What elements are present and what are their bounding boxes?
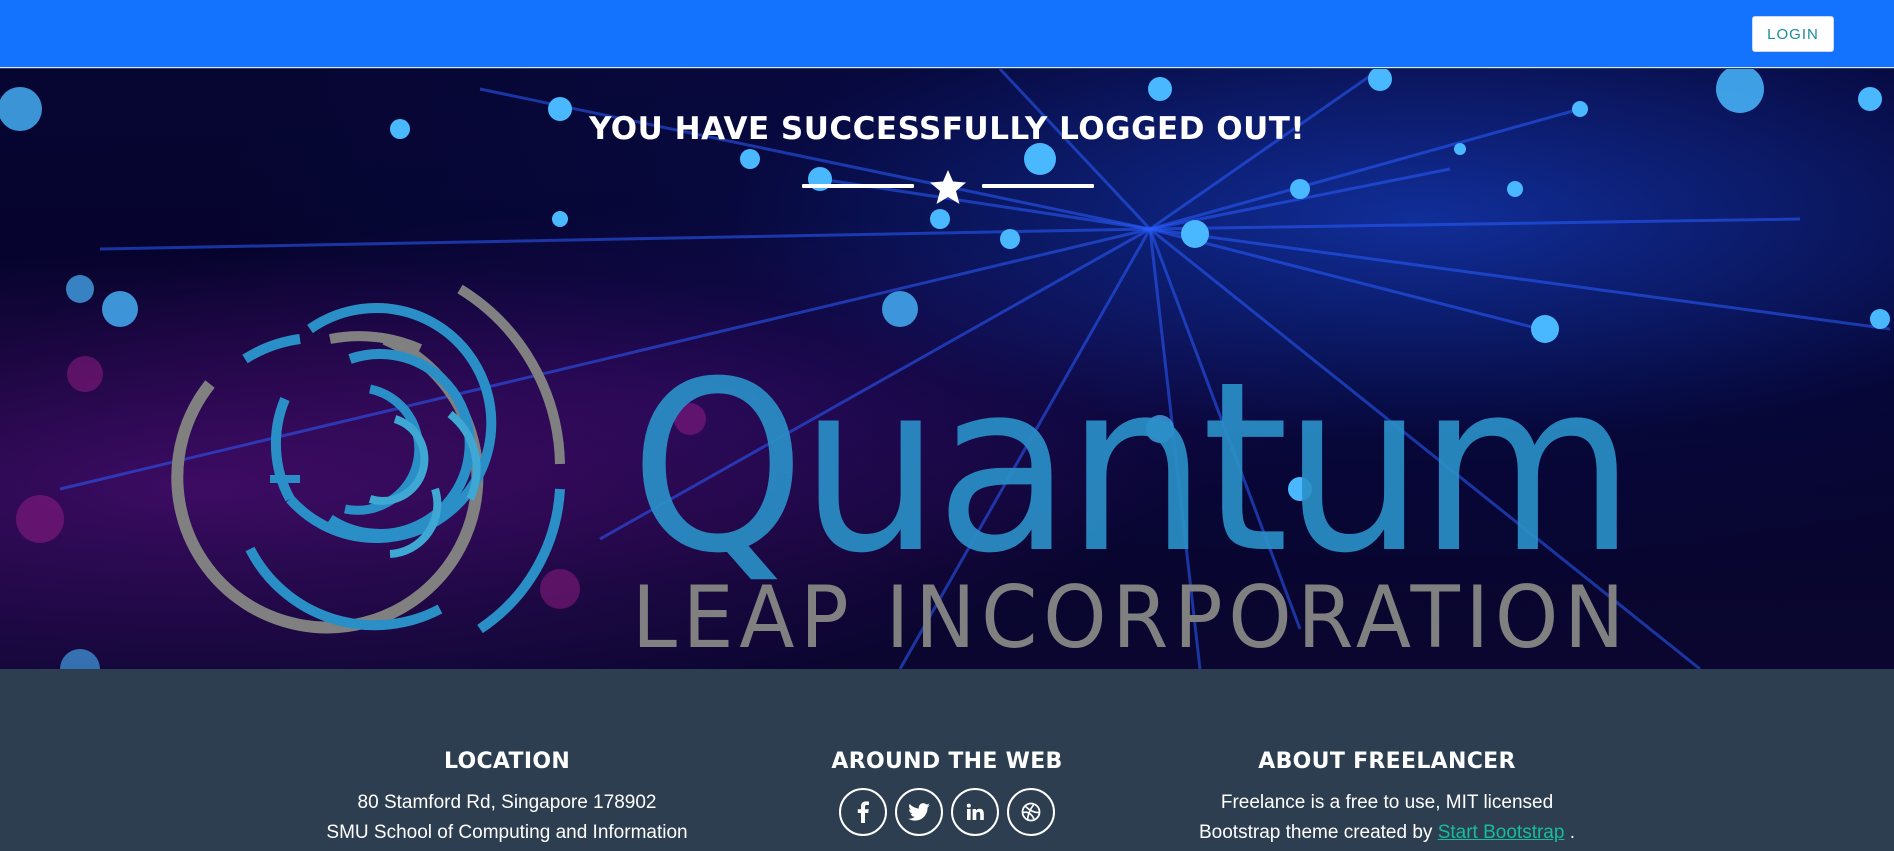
about-line-2-prefix: Bootstrap theme created by (1199, 822, 1433, 843)
social-links (780, 788, 1114, 836)
footer: LOCATION 80 Stamford Rd, Singapore 17890… (0, 669, 1894, 851)
linkedin-icon (966, 803, 984, 820)
twitter-icon (908, 803, 930, 821)
logo-emblem-icon (171, 284, 565, 634)
location-heading: LOCATION (443, 749, 571, 774)
hero-section: YOU HAVE SUCCESSFULLY LOGGED OUT! Quantu… (0, 69, 1894, 669)
location-address: 80 Stamford Rd, Singapore 178902 SMU Sch… (307, 788, 707, 848)
logo-tagline: LEAP INCORPORATION (632, 568, 1630, 668)
dribbble-button[interactable] (1007, 788, 1055, 836)
start-bootstrap-link[interactable]: Start Bootstrap (1438, 822, 1565, 843)
about-line-1: Freelance is a free to use, MIT licensed (1220, 792, 1554, 813)
quantum-leap-logo: Quantum LEAP INCORPORATION (171, 284, 1636, 668)
footer-location: LOCATION 80 Stamford Rd, Singapore 17890… (307, 749, 707, 848)
dribbble-icon (1021, 802, 1041, 822)
footer-about: ABOUT FREELANCER Freelance is a free to … (1160, 749, 1614, 848)
facebook-icon (857, 801, 869, 823)
logo-wordmark: Quantum (630, 332, 1630, 605)
twitter-button[interactable] (895, 788, 943, 836)
address-line-2: SMU School of Computing and Information (326, 822, 688, 843)
login-button[interactable]: LOGIN (1752, 16, 1834, 52)
linkedin-button[interactable] (951, 788, 999, 836)
facebook-button[interactable] (839, 788, 887, 836)
address-line-1: 80 Stamford Rd, Singapore 178902 (357, 792, 657, 813)
around-the-web-heading: AROUND THE WEB (831, 749, 1063, 774)
top-navbar: LOGIN (0, 0, 1894, 68)
about-heading: ABOUT FREELANCER (1258, 749, 1516, 774)
about-text: Freelance is a free to use, MIT licensed… (1160, 788, 1614, 848)
about-line-2-suffix: . (1569, 822, 1575, 843)
footer-around-the-web: AROUND THE WEB (780, 749, 1114, 836)
